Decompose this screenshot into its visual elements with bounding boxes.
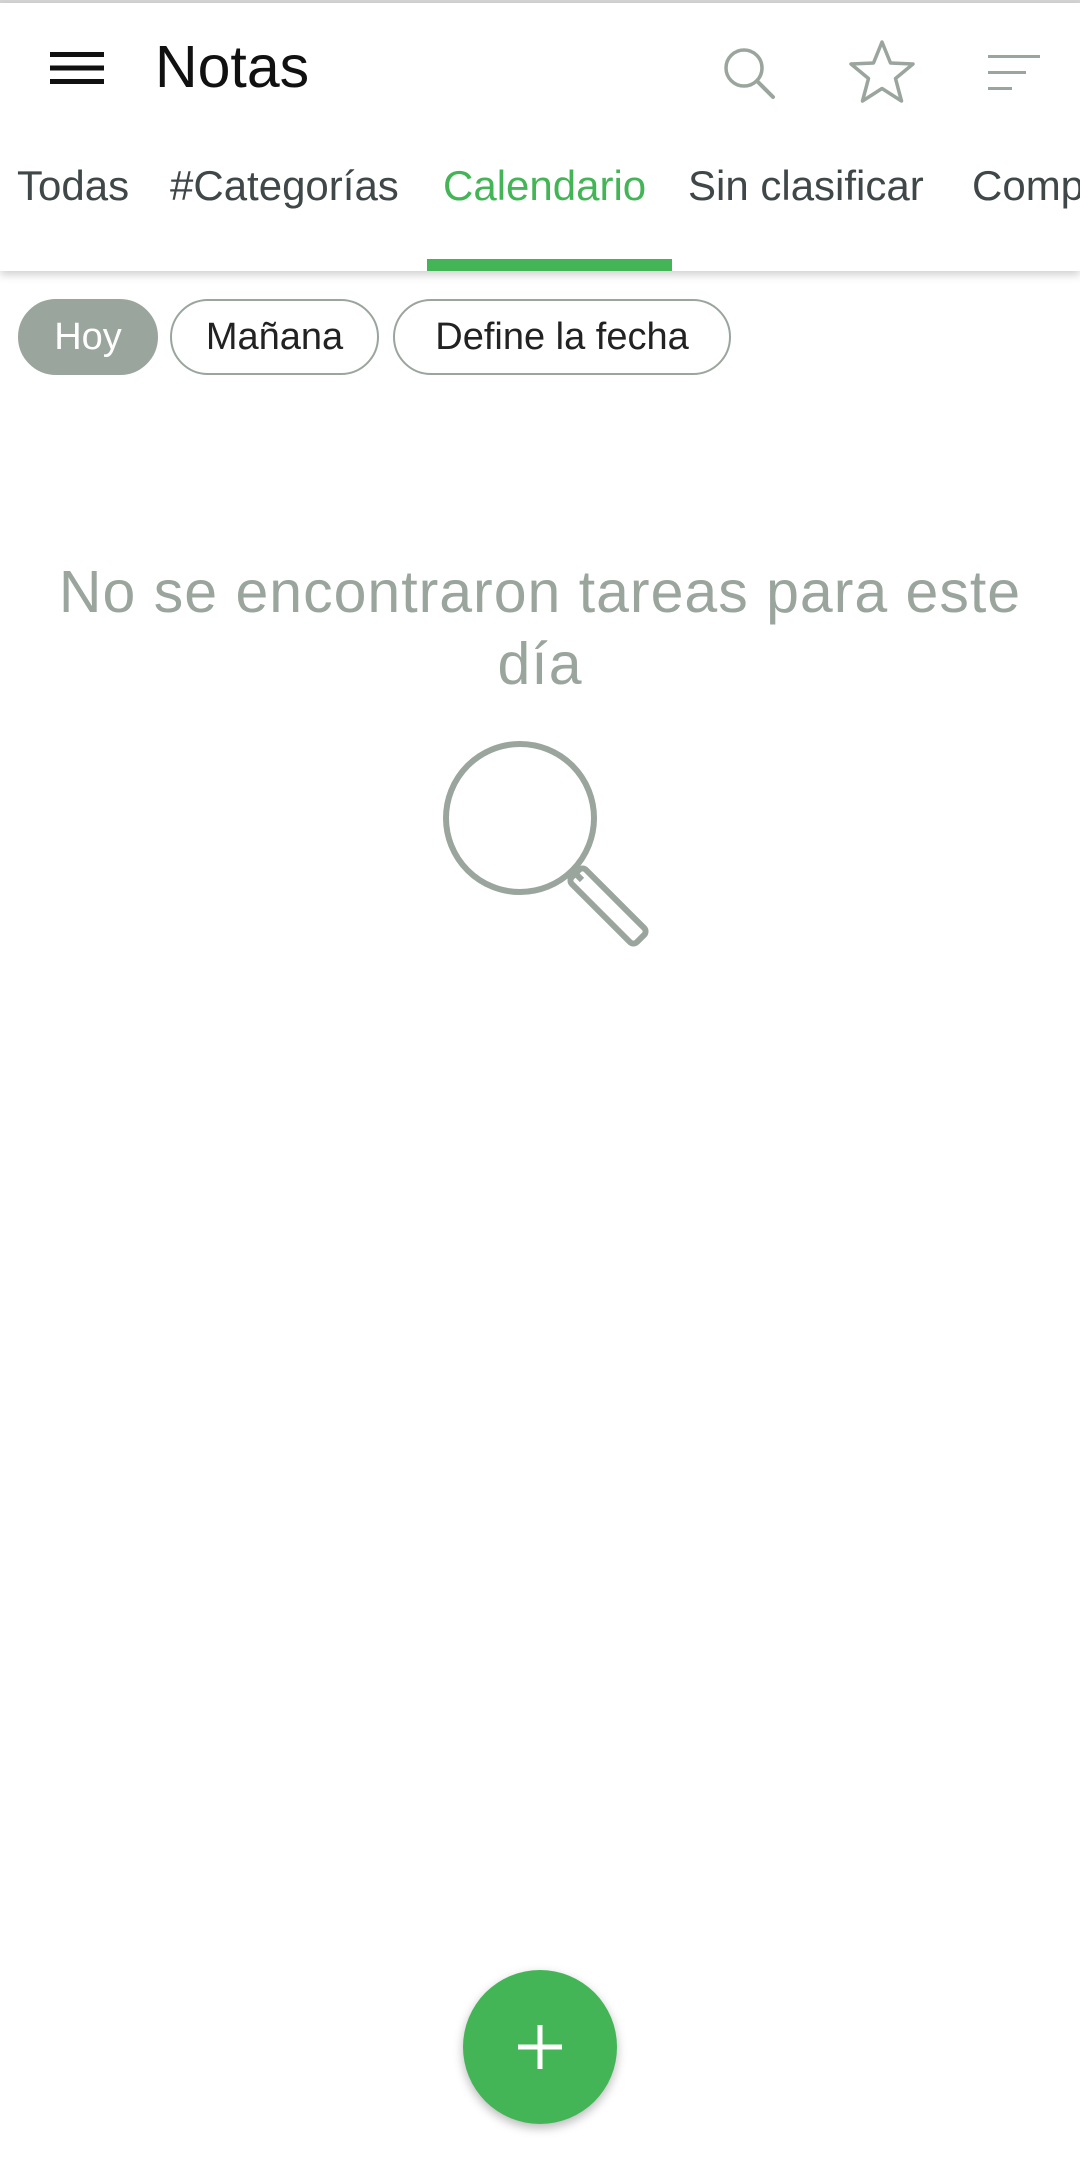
tab-comp[interactable]: Comp [972,161,1080,211]
tab-sin-clasificar[interactable]: Sin clasificar [688,161,924,211]
tab-todas[interactable]: Todas [17,161,129,211]
plus-icon [518,2025,562,2069]
hamburger-menu-icon [50,52,104,84]
favorites-button[interactable] [840,31,924,115]
menu-button[interactable] [30,33,124,103]
active-tab-indicator [427,259,672,271]
chip-hoy[interactable]: Hoy [18,299,158,375]
search-button[interactable] [707,31,791,115]
app-bar: Notas Todas #Categorías Calendario Sin c… [0,3,1080,271]
magnifier-icon [443,741,649,947]
star-outline-icon [849,40,915,103]
tab-categorias[interactable]: #Categorías [170,161,399,211]
category-tabs: Todas #Categorías Calendario Sin clasifi… [0,143,1080,271]
sort-icon [988,55,1040,90]
search-icon [724,48,775,99]
sort-button[interactable] [972,31,1056,115]
empty-state-message: No se encontraron tareas para este día [58,559,1022,697]
add-note-button[interactable] [463,1970,617,2124]
app-title: Notas [155,34,310,100]
chip-define-fecha[interactable]: Define la fecha [393,299,731,375]
tab-calendario[interactable]: Calendario [443,161,646,211]
chip-manana[interactable]: Mañana [170,299,379,375]
